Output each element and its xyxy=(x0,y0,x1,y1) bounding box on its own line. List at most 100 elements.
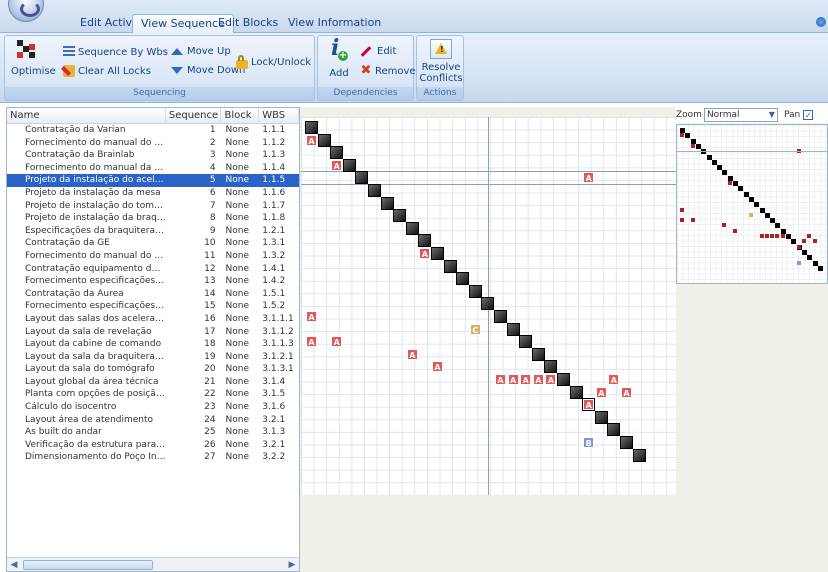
dependency-mark[interactable]: A xyxy=(331,336,343,348)
table-row[interactable]: Verificação da estrutura para o pe... 26 N… xyxy=(7,439,299,452)
dependency-mark[interactable]: A xyxy=(406,348,418,360)
table-row[interactable]: Fornecimento do manual da mesa... 4 None 1.… xyxy=(7,162,299,175)
dsm-diagonal-cell[interactable] xyxy=(620,436,633,449)
table-row[interactable]: Layout da cabine de comando 18 None 3.1.1.3 xyxy=(7,338,299,351)
scrollbar-thumb[interactable] xyxy=(23,560,153,570)
dsm-diagonal-cell[interactable] xyxy=(418,234,432,248)
horizontal-scrollbar[interactable]: ◀ ▶ xyxy=(7,557,299,571)
add-dependency-button[interactable]: i + Add xyxy=(322,37,356,79)
dependency-mark[interactable]: A xyxy=(608,374,620,385)
dsm-diagonal-cell[interactable] xyxy=(330,146,344,160)
dependency-structure-matrix[interactable]: AAAAACAAAAAAAAAAAAAB xyxy=(301,117,676,495)
table-row[interactable]: Fornecimento especificações do ... 13 None… xyxy=(7,275,299,288)
table-row[interactable]: Projeto da instalação da mesa 6 None 1.1.6 xyxy=(7,187,299,200)
scroll-right-icon[interactable]: ▶ xyxy=(285,558,299,571)
table-row[interactable]: Cálculo do isocentro 23 None 3.1.6 xyxy=(7,401,299,414)
move-up-button[interactable]: Move Up xyxy=(171,46,231,57)
dsm-diagonal-cell[interactable] xyxy=(594,410,608,424)
table-row[interactable]: As built do andar 25 None 3.1.3 xyxy=(7,426,299,439)
dsm-diagonal-cell[interactable] xyxy=(557,373,570,386)
dependency-mark[interactable]: B xyxy=(583,437,595,448)
dsm-diagonal-cell[interactable] xyxy=(569,385,583,399)
table-row[interactable]: Layout área de atendimento 24 None 3.2.1 xyxy=(7,414,299,427)
dsm-diagonal-cell[interactable] xyxy=(431,247,444,260)
table-row[interactable]: Fornecimento especificações da ... 15 None… xyxy=(7,300,299,313)
dependency-mark[interactable]: A xyxy=(331,159,343,171)
zoom-select[interactable]: Normal ▼ xyxy=(703,108,778,122)
dsm-diagonal-cell[interactable] xyxy=(305,121,318,134)
dependency-mark[interactable]: A xyxy=(306,311,317,322)
dsm-diagonal-cell[interactable] xyxy=(342,158,356,172)
remove-dependency-button[interactable]: ✖ Remove xyxy=(360,64,416,77)
dependency-mark[interactable]: A xyxy=(621,386,632,398)
dependency-mark[interactable]: A xyxy=(583,399,595,411)
table-row[interactable]: Layout global da área técnica 21 None 3.1.4 xyxy=(7,376,299,389)
table-row[interactable]: Projeto da instalação do acelerador 5 None… xyxy=(7,173,299,188)
activity-name-cell: Layout da sala de revelação xyxy=(25,326,152,337)
lock-unlock-button[interactable]: Lock/Unlock xyxy=(236,55,311,69)
table-row[interactable]: Fornecimento do manual do acele... 2 None 1… xyxy=(7,137,299,150)
dependency-mark[interactable]: A xyxy=(595,386,607,398)
table-row[interactable]: Projeto de instalação do tomógrafo 7 None 1… xyxy=(7,200,299,213)
dsm-diagonal-cell[interactable] xyxy=(481,297,495,311)
clear-all-locks-button[interactable]: Clear All Locks xyxy=(61,65,151,77)
table-row[interactable]: Layout da sala do tomógrafo 20 None 3.1.3.1 xyxy=(7,363,299,376)
table-row[interactable]: Contratação da Brainlab 3 None 1.1.3 xyxy=(7,149,299,162)
column-header-sequence[interactable]: Sequence xyxy=(166,108,222,124)
dsm-diagonal-cell[interactable] xyxy=(468,284,482,298)
dsm-diagonal-cell[interactable] xyxy=(607,423,621,437)
table-row[interactable]: Contratação da Aurea 14 None 1.5.1 xyxy=(7,288,299,301)
scroll-left-icon[interactable]: ◀ xyxy=(7,558,21,571)
table-row[interactable]: Especificações da braquiterapia 9 None 1.2.… xyxy=(7,225,299,238)
dependency-mark[interactable]: A xyxy=(432,361,443,373)
optimise-button[interactable]: Optimise xyxy=(11,40,56,77)
dsm-diagonal-cell[interactable] xyxy=(393,209,407,223)
table-row[interactable]: Layout da sala de revelação 17 None 3.1.1.2 xyxy=(7,326,299,339)
dsm-diagonal-cell[interactable] xyxy=(531,347,545,361)
table-row[interactable]: Planta com opções de posição d... 22 None 3… xyxy=(7,388,299,401)
dsm-diagonal-cell[interactable] xyxy=(456,272,470,286)
move-down-button[interactable]: Move Down xyxy=(171,65,245,76)
table-row[interactable]: Layout da sala da braquiterapia 19 None 3.1… xyxy=(7,351,299,364)
tab-edit-blocks[interactable]: Edit Blocks xyxy=(210,14,286,34)
tab-view-information[interactable]: View Information xyxy=(280,14,389,34)
dsm-diagonal-cell[interactable] xyxy=(317,133,331,147)
dsm-diagonal-cell[interactable] xyxy=(544,360,558,374)
dependency-mark[interactable]: A xyxy=(583,172,595,184)
dependency-mark[interactable]: A xyxy=(495,374,506,385)
dsm-diagonal-cell[interactable] xyxy=(355,171,369,185)
table-row[interactable]: Layout das salas dos aceleradores 16 None 3… xyxy=(7,313,299,326)
dsm-diagonal-cell[interactable] xyxy=(494,310,507,323)
dsm-diagonal-cell[interactable] xyxy=(405,221,419,235)
dependency-mark[interactable]: A xyxy=(532,374,544,385)
table-row[interactable]: Dimensionamento do Poço Inglês 27 None 3.2.… xyxy=(7,451,299,464)
table-row[interactable]: Projeto de instalação da braquiter... 8 No… xyxy=(7,212,299,225)
pan-checkbox[interactable]: ✓ xyxy=(803,110,814,120)
application-menu-button[interactable] xyxy=(8,0,44,22)
column-header-wbs[interactable]: WBS xyxy=(259,108,299,124)
resolve-conflicts-button[interactable]: ! Resolve Conflicts xyxy=(419,39,463,84)
dependency-mark[interactable]: A xyxy=(419,248,431,259)
column-header-name[interactable]: Name xyxy=(7,108,166,124)
dependency-mark[interactable]: C xyxy=(469,323,481,335)
table-row[interactable]: Fornecimento do manual do tomó... 11 None 1… xyxy=(7,250,299,263)
dependency-mark[interactable]: A xyxy=(306,134,317,146)
dependency-mark[interactable]: A xyxy=(306,336,317,348)
edit-dependency-button[interactable]: Edit xyxy=(360,46,396,57)
table-row[interactable]: Contratação da Varian 1 None 1.1.1 xyxy=(7,124,299,137)
dsm-diagonal-cell[interactable] xyxy=(519,335,533,349)
table-row[interactable]: Contratação equipamento de rev... 12 None 1… xyxy=(7,263,299,276)
dependency-mark[interactable]: A xyxy=(520,374,532,385)
dsm-diagonal-cell[interactable] xyxy=(368,184,381,197)
dsm-diagonal-cell[interactable] xyxy=(443,259,457,273)
table-row[interactable]: Contratação da GE 10 None 1.3.1 xyxy=(7,237,299,250)
sequence-by-wbs-button[interactable]: Sequence By Wbs xyxy=(63,46,168,58)
overview-minimap[interactable] xyxy=(676,124,828,284)
dsm-diagonal-cell[interactable] xyxy=(380,196,394,210)
help-icon[interactable] xyxy=(816,17,826,27)
dsm-diagonal-cell[interactable] xyxy=(506,322,520,336)
dsm-diagonal-cell[interactable] xyxy=(632,448,646,462)
dependency-mark[interactable]: A xyxy=(545,374,557,385)
dependency-mark[interactable]: A xyxy=(507,374,519,385)
column-header-block[interactable]: Block xyxy=(221,108,260,124)
